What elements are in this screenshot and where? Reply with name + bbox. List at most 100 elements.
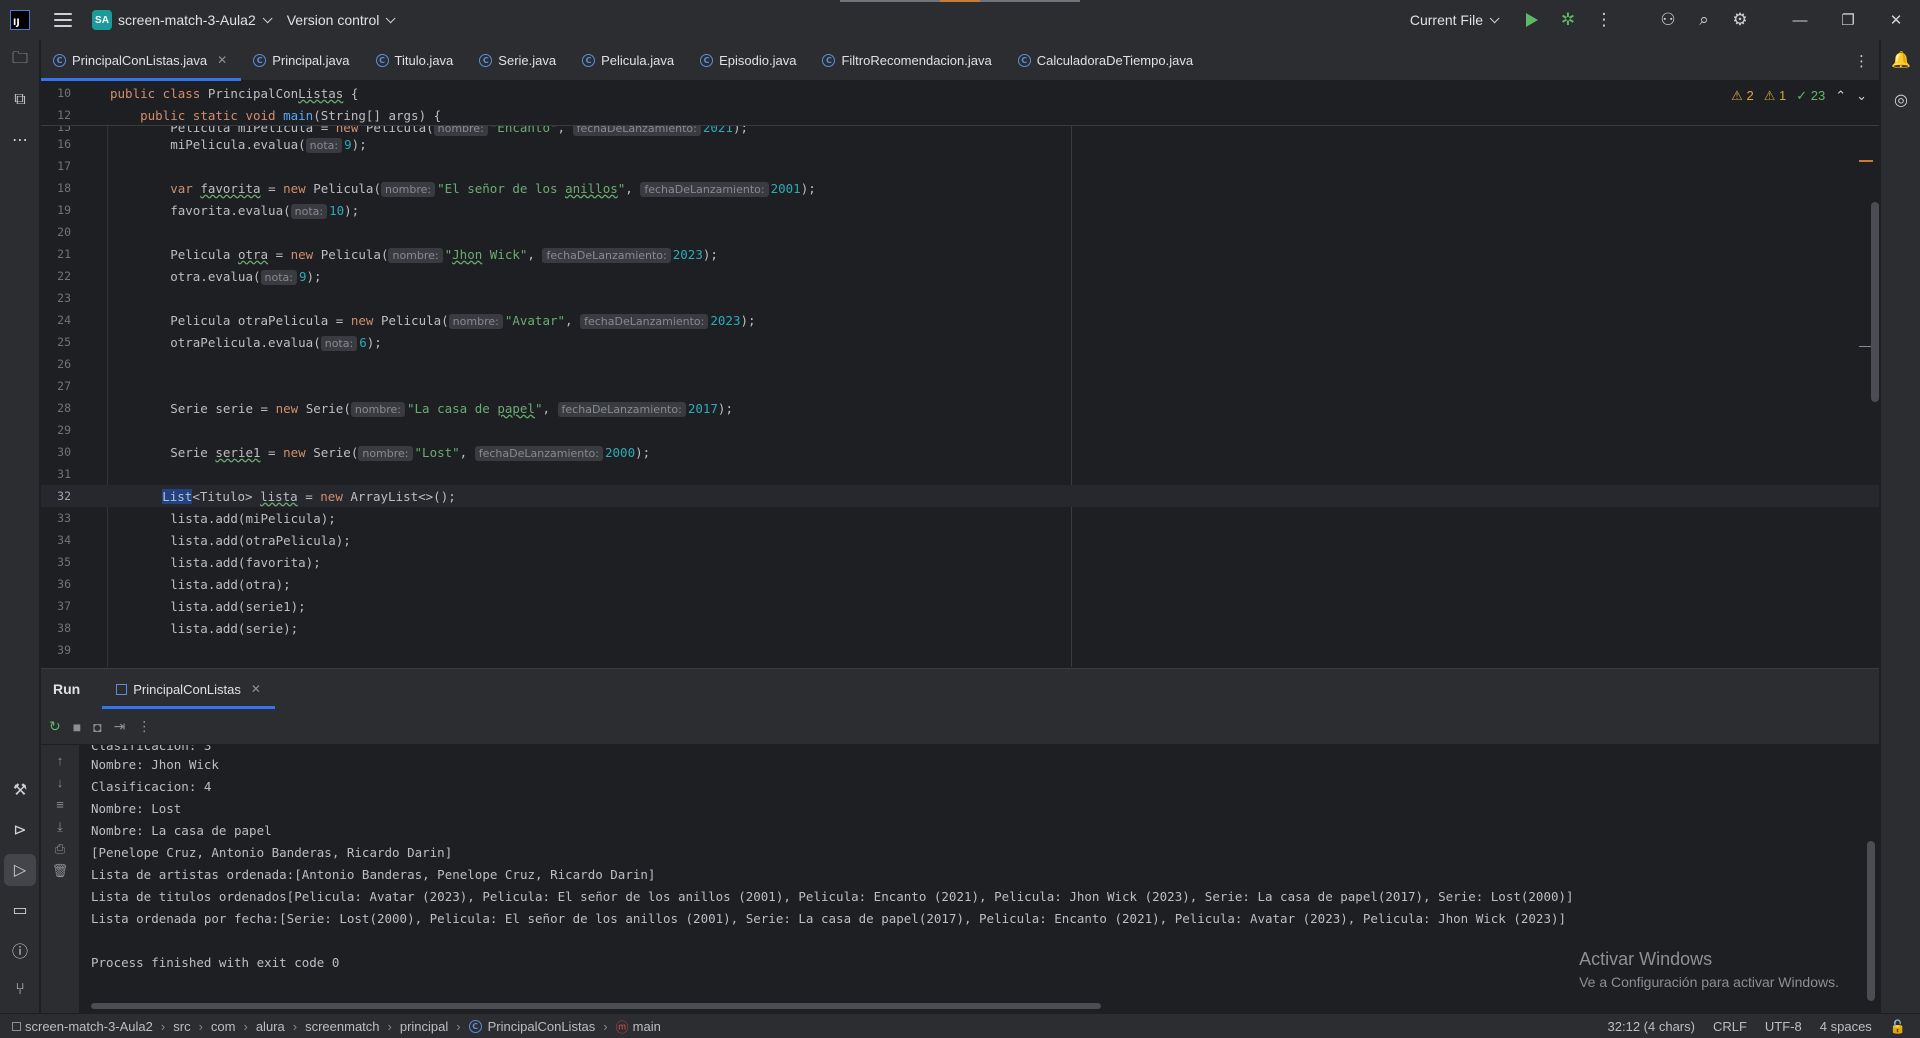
inspection-widget[interactable]: ⚠ 2 ⚠ 1 ✓ 23 ⌃ ⌄ [1731,88,1867,104]
java-class-icon: C [1017,53,1031,67]
chevron-down-icon[interactable] [1489,12,1500,23]
clear-trash-icon[interactable]: 🗑 [41,863,79,879]
project-name[interactable]: screen-match-3-Aula2 [118,12,256,28]
structure-icon[interactable]: ⧉ [0,84,40,116]
warning-marker[interactable] [1859,160,1873,162]
run-tool-icon[interactable]: ▷ [4,854,36,886]
weak-warning-count[interactable]: ⚠ 1 [1764,88,1787,104]
line-number: 38 [57,621,71,635]
code-line: 16 miPelicula.evalua(nota: 9); [41,133,1879,155]
editor-scrollbar[interactable] [1871,202,1879,402]
project-badge[interactable]: SA [92,10,112,30]
ok-count[interactable]: ✓ 23 [1796,88,1825,104]
chevron-down-icon[interactable] [386,12,396,23]
crumb-class[interactable]: C PrincipalConListas [468,1019,595,1034]
soft-wrap-icon[interactable]: ≡ [41,797,79,812]
scroll-down-icon[interactable]: ↓ [41,775,79,790]
run-icon[interactable] [1514,0,1550,40]
code-line: 31 [41,463,1879,485]
windows-activation-watermark: Activar Windows Ve a Configuración para … [1579,949,1839,990]
run-config-select[interactable]: Current File [1410,12,1483,28]
left-tool-strip: 🗀 ⧉ ⋯ ⚒ ⊳ ▷ ▭ ⓘ ⑂ [0,40,40,1013]
line-number: 27 [57,379,71,393]
crumb-label: main [632,1018,661,1034]
scroll-up-icon[interactable]: ↑ [41,753,79,768]
code-editor[interactable]: ⚠ 2 ⚠ 1 ✓ 23 ⌃ ⌄ 10 public class Princip… [41,82,1879,667]
code-line: 20 [41,221,1879,243]
crumb-screenmatch[interactable]: screenmatch [305,1019,379,1034]
line-number: 18 [57,181,71,195]
chevron-down-icon[interactable]: ⌄ [1856,88,1867,104]
console-side-toolbar: ↑ ↓ ≡ ⤓ ⎙ 🗑 [41,745,79,1014]
run-title: Run [53,681,81,697]
line-number: 21 [57,247,71,261]
more-tools-icon[interactable]: ⋯ [0,124,40,156]
line-number: 39 [57,643,71,657]
code-line: 25 otraPelicula.evalua(nota: 6); [41,331,1879,353]
console-vertical-scrollbar[interactable] [1867,841,1875,1001]
ai-assistant-icon[interactable]: ◎ [1881,84,1920,116]
project-folder-icon[interactable]: 🗀 [0,44,40,76]
problems-icon[interactable]: ⓘ [0,934,40,966]
version-control-menu[interactable]: Version control [287,12,380,28]
services-icon[interactable]: ⊳ [0,814,40,846]
close-window-icon[interactable]: ✕ [1872,0,1920,40]
crumb-principal[interactable]: principal [400,1019,448,1034]
print-icon[interactable]: ⎙ [41,841,79,857]
chevron-down-icon[interactable] [262,12,273,23]
minimize-icon[interactable]: — [1776,0,1824,40]
tab-principalconlistas[interactable]: C PrincipalConListas.java ✕ [41,40,242,81]
lock-icon[interactable]: 🔓 [1890,1019,1906,1035]
close-tab-icon[interactable]: ✕ [217,53,227,67]
tab-episodio[interactable]: C Episodio.java [688,40,810,81]
line-separator[interactable]: CRLF [1713,1019,1747,1034]
stop-icon[interactable]: ■ [73,719,81,735]
crumb-project[interactable]: screen-match-3-Aula2 [12,1019,153,1034]
editor-tabs: C PrincipalConListas.java ✕ C Principal.jav… [41,40,1879,81]
console-horizontal-scrollbar[interactable] [91,1003,1101,1009]
java-class-icon: C [53,53,66,67]
line-number: 29 [57,423,71,437]
debug-icon[interactable]: ✲ [1550,0,1586,40]
run-tab-principalconlistas[interactable]: PrincipalConListas ✕ [102,669,275,709]
restore-layout-icon[interactable]: ⇥ [114,718,126,735]
tab-principal[interactable]: C Principal.java [241,40,363,81]
java-class-icon: C [822,53,836,67]
warning-count[interactable]: ⚠ 2 [1731,88,1754,104]
crumb-method[interactable]: ⓜ main [616,1017,661,1036]
crumb-src[interactable]: src [173,1019,190,1034]
crumb-com[interactable]: com [211,1019,236,1034]
tab-pelicula[interactable]: C Pelicula.java [570,40,688,81]
screenshot-icon[interactable]: ◘ [93,719,101,735]
notifications-bell-icon[interactable]: 🔔 [1881,44,1920,76]
scroll-to-end-icon[interactable]: ⤓ [41,819,79,835]
search-icon[interactable]: ⌕ [1686,0,1722,40]
close-tab-icon[interactable]: ✕ [251,682,261,696]
code-text: List<Titulo> lista = new ArrayList<>(); [162,488,456,504]
file-encoding[interactable]: UTF-8 [1765,1019,1802,1034]
restore-icon[interactable]: ❐ [1824,0,1872,40]
add-user-icon[interactable]: ⚇ [1650,0,1686,40]
git-branch-icon[interactable]: ⑂ [0,974,40,1006]
indent-setting[interactable]: 4 spaces [1820,1019,1872,1034]
java-class-icon: C [375,53,389,67]
more-options-icon[interactable]: ⋮ [137,718,151,735]
rerun-icon[interactable]: ↻ [49,718,61,735]
console-line: [Penelope Cruz, Antonio Banderas, Ricard… [91,844,453,860]
tab-calculadoradetiempo[interactable]: C CalculadoraDeTiempo.java [1006,40,1207,81]
tab-filtrorecomendacion[interactable]: C FiltroRecomendacion.java [810,40,1005,81]
terminal-icon[interactable]: ▭ [0,894,40,926]
settings-gear-icon[interactable]: ⚙ [1722,0,1758,40]
more-actions-icon[interactable]: ⋮ [1586,0,1622,40]
breadcrumb: screen-match-3-Aula2 › src › com › alura… [0,1017,661,1036]
tabs-more-icon[interactable]: ⋮ [1854,52,1869,70]
crumb-alura[interactable]: alura [256,1019,285,1034]
caret-position[interactable]: 32:12 (4 chars) [1608,1019,1695,1034]
intellij-logo-icon[interactable]: IJ [10,10,30,30]
code-line: 12 public static void main(String[] args… [41,104,1879,126]
tab-serie[interactable]: C Serie.java [467,40,570,81]
tab-titulo[interactable]: C Titulo.java [364,40,468,81]
chevron-up-icon[interactable]: ⌃ [1835,88,1846,104]
main-menu-icon[interactable] [54,13,72,27]
build-hammer-icon[interactable]: ⚒ [0,774,40,806]
